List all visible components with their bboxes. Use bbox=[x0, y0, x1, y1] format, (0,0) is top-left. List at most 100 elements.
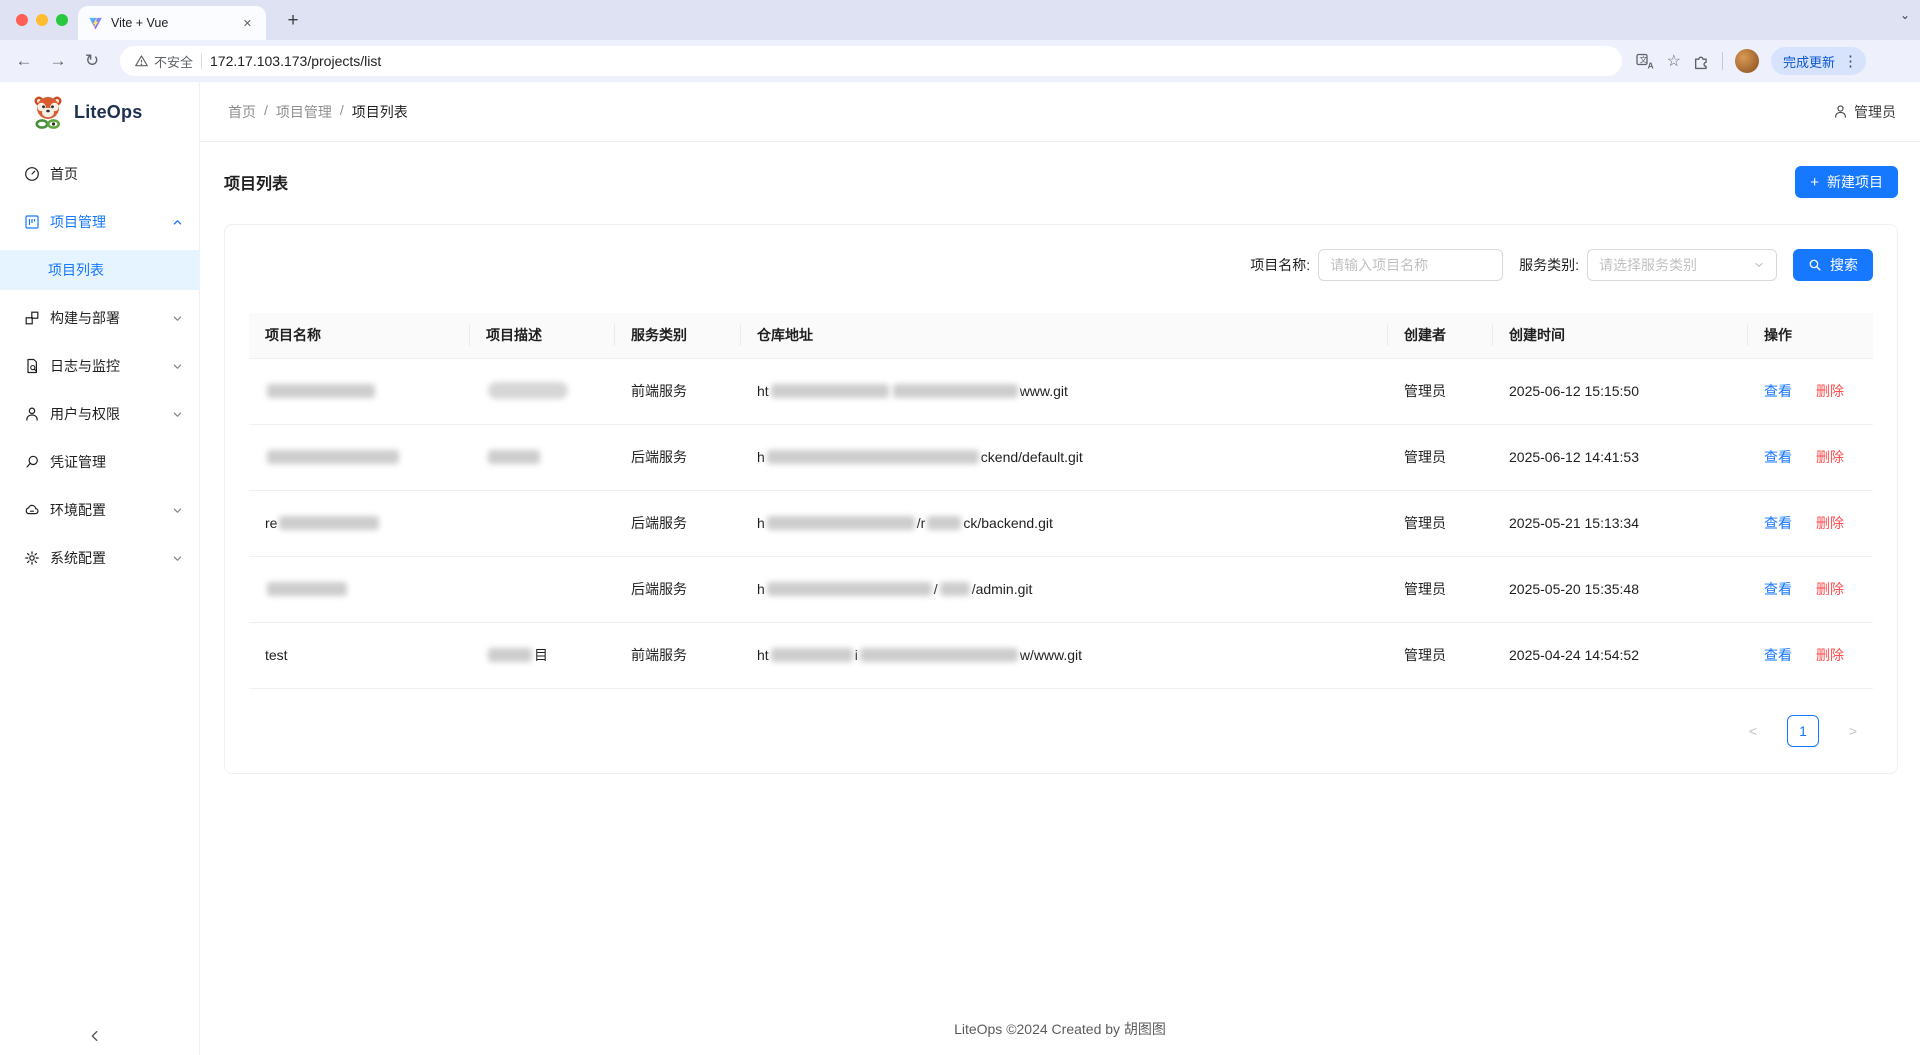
bookmark-star-icon[interactable]: ☆ bbox=[1667, 51, 1681, 71]
security-chip[interactable]: 不安全 bbox=[134, 52, 193, 71]
new-project-button[interactable]: + 新建项目 bbox=[1795, 166, 1898, 198]
project-list-card: 项目名称: 服务类别: 请选择服务类别 bbox=[224, 224, 1898, 774]
cell-service-type: 前端服务 bbox=[615, 358, 741, 424]
sidebar-item-build-deploy[interactable]: 构建与部署 bbox=[0, 298, 199, 338]
view-link[interactable]: 查看 bbox=[1764, 383, 1792, 399]
forward-icon[interactable]: → bbox=[44, 47, 72, 75]
view-link[interactable]: 查看 bbox=[1764, 449, 1792, 465]
page-header: 首页/项目管理/项目列表 管理员 bbox=[200, 82, 1920, 142]
redacted-text bbox=[771, 384, 889, 398]
cell-text: test bbox=[265, 647, 288, 663]
liteops-logo-icon bbox=[28, 93, 68, 131]
cell-service-type: 后端服务 bbox=[615, 424, 741, 490]
maximize-window-button[interactable] bbox=[56, 14, 68, 26]
browser-chrome: Vite + Vue ✕ + ⌄ ← → ↻ 不安全 172.17.103.17… bbox=[0, 0, 1920, 82]
cell-text: re bbox=[265, 515, 277, 531]
table-row: 后端服务h//admin.git管理员2025-05-20 15:35:48查看… bbox=[249, 556, 1873, 622]
user-icon bbox=[1833, 104, 1848, 119]
sidebar-item-label: 项目列表 bbox=[48, 260, 104, 280]
delete-link[interactable]: 删除 bbox=[1816, 449, 1844, 465]
cell-service-type: 后端服务 bbox=[615, 490, 741, 556]
redacted-text bbox=[267, 450, 399, 464]
tab-search-chevron-icon[interactable]: ⌄ bbox=[1900, 8, 1910, 22]
user-icon bbox=[24, 406, 40, 422]
delete-link[interactable]: 删除 bbox=[1816, 515, 1844, 531]
minimize-window-button[interactable] bbox=[36, 14, 48, 26]
previous-page-icon[interactable]: < bbox=[1737, 715, 1769, 747]
sidebar-item-logs-monitoring[interactable]: 日志与监控 bbox=[0, 346, 199, 386]
sidebar-item-users-permissions[interactable]: 用户与权限 bbox=[0, 394, 199, 434]
sidebar-item-label: 凭证管理 bbox=[50, 452, 183, 472]
view-link[interactable]: 查看 bbox=[1764, 515, 1792, 531]
close-window-button[interactable] bbox=[16, 14, 28, 26]
sidebar-menu: 首页项目管理项目列表构建与部署日志与监控用户与权限凭证管理环境配置系统配置 bbox=[0, 142, 199, 578]
view-link[interactable]: 查看 bbox=[1764, 647, 1792, 663]
column-header-1: 项目描述 bbox=[470, 313, 615, 358]
cell-text: ht bbox=[757, 383, 769, 399]
sidebar-item-system[interactable]: 系统配置 bbox=[0, 538, 199, 578]
chevron-down-icon bbox=[172, 409, 183, 420]
brand-name: LiteOps bbox=[74, 102, 142, 123]
back-icon[interactable]: ← bbox=[10, 47, 38, 75]
cell-actions: 查看 删除 bbox=[1748, 490, 1873, 556]
delete-link[interactable]: 删除 bbox=[1816, 581, 1844, 597]
tab-close-icon[interactable]: ✕ bbox=[239, 15, 256, 32]
sidebar-item-label: 首页 bbox=[50, 164, 183, 184]
breadcrumb-item[interactable]: 项目管理 bbox=[276, 102, 332, 122]
redacted-text bbox=[927, 516, 961, 530]
chevron-down-icon bbox=[1753, 259, 1765, 271]
delete-link[interactable]: 删除 bbox=[1816, 383, 1844, 399]
gear-icon bbox=[24, 550, 40, 566]
sidebar-item-home[interactable]: 首页 bbox=[0, 154, 199, 194]
view-link[interactable]: 查看 bbox=[1764, 581, 1792, 597]
sidebar-collapse-button[interactable] bbox=[88, 1029, 102, 1043]
extensions-icon[interactable] bbox=[1693, 53, 1710, 70]
sidebar-item-project-list[interactable]: 项目列表 bbox=[0, 250, 199, 290]
new-tab-button[interactable]: + bbox=[280, 8, 306, 34]
column-header-3: 仓库地址 bbox=[741, 313, 1388, 358]
delete-link[interactable]: 删除 bbox=[1816, 647, 1844, 663]
browser-menu-icon[interactable]: ⋮ bbox=[1843, 52, 1858, 70]
cell-text: /r bbox=[917, 515, 926, 531]
sidebar: LiteOps 首页项目管理项目列表构建与部署日志与监控用户与权限凭证管理环境配… bbox=[0, 82, 200, 1055]
redacted-text bbox=[488, 648, 532, 662]
cloud-icon bbox=[24, 502, 40, 518]
translate-icon[interactable]: 文 A bbox=[1636, 53, 1655, 70]
cell-text: ck/backend.git bbox=[963, 515, 1053, 531]
cell-project-description bbox=[470, 556, 615, 622]
url-bar[interactable]: 不安全 172.17.103.173/projects/list bbox=[120, 46, 1622, 76]
page-number-button[interactable]: 1 bbox=[1787, 715, 1819, 747]
cell-created-time: 2025-05-21 15:13:34 bbox=[1493, 490, 1748, 556]
browser-tab[interactable]: Vite + Vue ✕ bbox=[78, 6, 266, 40]
vite-logo-icon bbox=[88, 16, 103, 31]
next-page-icon[interactable]: > bbox=[1837, 715, 1869, 747]
chrome-update-button[interactable]: 完成更新 ⋮ bbox=[1771, 47, 1866, 75]
service-type-select[interactable]: 请选择服务类别 bbox=[1587, 249, 1777, 281]
tab-title: Vite + Vue bbox=[111, 16, 231, 30]
breadcrumb-item[interactable]: 首页 bbox=[228, 102, 256, 122]
cell-created-time: 2025-04-24 14:54:52 bbox=[1493, 622, 1748, 688]
file-search-icon bbox=[24, 358, 40, 374]
cell-created-time: 2025-06-12 14:41:53 bbox=[1493, 424, 1748, 490]
cell-project-name bbox=[249, 358, 470, 424]
profile-avatar[interactable] bbox=[1735, 49, 1759, 73]
cell-project-name: test bbox=[249, 622, 470, 688]
sidebar-item-environment[interactable]: 环境配置 bbox=[0, 490, 199, 530]
cell-created-time: 2025-05-20 15:35:48 bbox=[1493, 556, 1748, 622]
redacted-text bbox=[279, 516, 379, 530]
cell-project-name bbox=[249, 556, 470, 622]
chevron-down-icon bbox=[172, 361, 183, 372]
cell-project-name: re bbox=[249, 490, 470, 556]
sidebar-item-label: 构建与部署 bbox=[50, 308, 162, 328]
search-button[interactable]: 搜索 bbox=[1793, 249, 1873, 281]
cell-service-type: 后端服务 bbox=[615, 556, 741, 622]
chevron-down-icon bbox=[172, 553, 183, 564]
search-icon bbox=[1808, 258, 1822, 272]
user-menu[interactable]: 管理员 bbox=[1833, 102, 1896, 122]
sidebar-item-credentials[interactable]: 凭证管理 bbox=[0, 442, 199, 482]
project-name-input[interactable] bbox=[1318, 249, 1503, 281]
cell-project-description: 目 bbox=[470, 622, 615, 688]
cell-project-description bbox=[470, 424, 615, 490]
reload-icon[interactable]: ↻ bbox=[78, 47, 106, 75]
sidebar-item-project-management[interactable]: 项目管理 bbox=[0, 202, 199, 242]
